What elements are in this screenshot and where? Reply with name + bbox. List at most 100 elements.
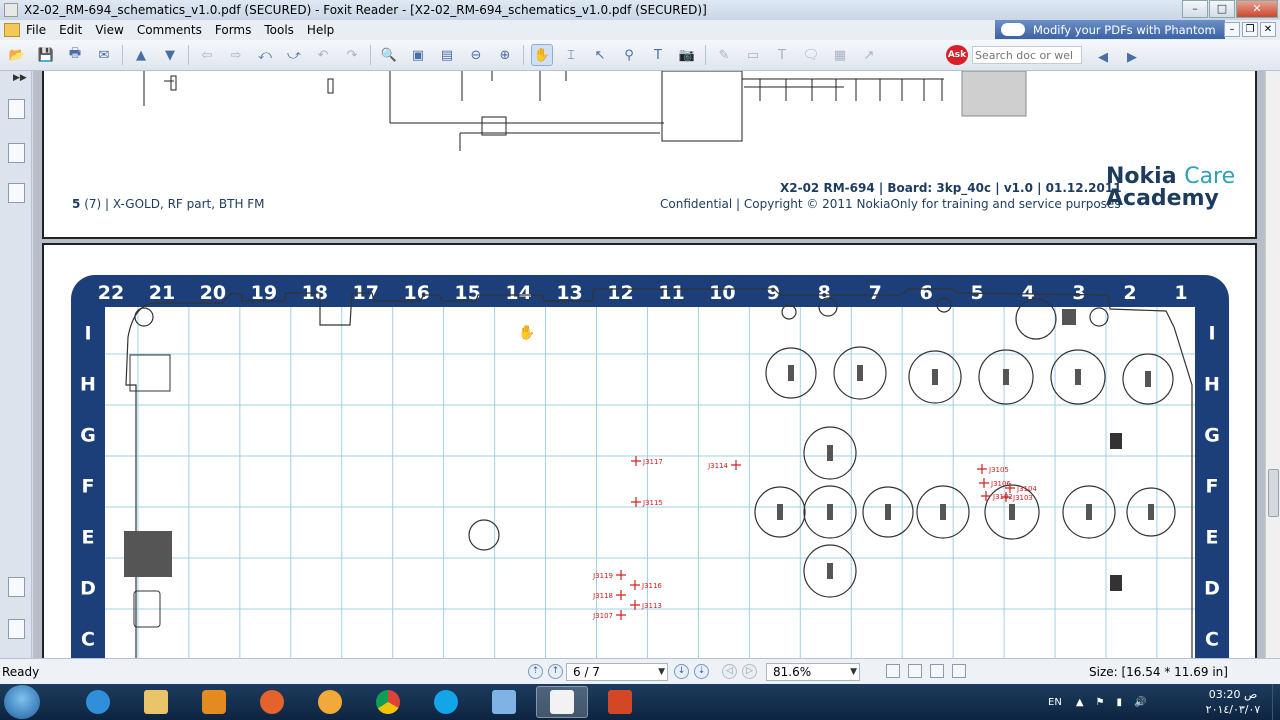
page-number-field[interactable]: 6 / 7 ▼ — [566, 663, 668, 681]
language-indicator[interactable]: EN — [1048, 697, 1062, 708]
redo-icon[interactable]: ↷ — [341, 44, 363, 66]
start-button[interactable] — [4, 685, 40, 719]
undo-icon[interactable]: ↶ — [312, 44, 334, 66]
menu-tools[interactable]: Tools — [264, 23, 294, 37]
scrollbar-thumb[interactable] — [1268, 469, 1279, 517]
annotate-icon[interactable]: ✎ — [713, 44, 735, 66]
taskbar-media-player[interactable] — [188, 686, 240, 718]
next-page-status-icon[interactable]: ↓ — [674, 664, 689, 679]
search-next-icon[interactable]: ▶ — [1121, 46, 1143, 68]
component-label-mark — [1009, 504, 1015, 520]
highlight-icon[interactable]: ▭ — [742, 44, 764, 66]
menu-comments[interactable]: Comments — [137, 23, 202, 37]
clock[interactable]: ص 03:20 ٢٠١٤/٠٣/٠٧ — [1198, 687, 1268, 717]
pdf-page-5: 5 (7) | X-GOLD, RF part, BTH FM X2-02 RM… — [42, 71, 1257, 239]
taskbar-firefox[interactable] — [246, 686, 298, 718]
network-icon[interactable]: ▮ — [1116, 697, 1122, 708]
email-icon[interactable]: ✉ — [93, 44, 115, 66]
comments-panel-icon[interactable] — [8, 577, 25, 597]
rotate-left-icon[interactable]: ⤺ — [254, 44, 276, 66]
previous-page-icon[interactable]: ▲ — [130, 44, 152, 66]
select-arrow-icon[interactable]: ↖ — [589, 44, 611, 66]
find-icon[interactable]: ⚲ — [618, 44, 640, 66]
continuous-icon[interactable] — [908, 664, 922, 678]
toolbar-separator — [370, 45, 371, 65]
tray-expand-icon[interactable]: ▲ — [1076, 697, 1084, 708]
pages-panel-icon[interactable] — [8, 99, 25, 119]
continuous-facing-icon[interactable] — [952, 664, 966, 678]
menu-view[interactable]: View — [95, 23, 123, 37]
zoom-field[interactable]: 81.6% ▼ — [766, 663, 860, 681]
row-label-left: H — [80, 374, 96, 396]
menu-file[interactable]: File — [26, 23, 46, 37]
zoom-icon[interactable]: 🔍 — [378, 44, 400, 66]
phantom-ad-banner[interactable]: Modify your PDFs with Phantom — [995, 20, 1225, 39]
select-text-icon[interactable]: ⌶ — [560, 44, 582, 66]
row-label-right: E — [1206, 527, 1219, 549]
taskbar-ball-app[interactable] — [304, 686, 356, 718]
save-icon[interactable]: 💾 — [35, 44, 57, 66]
menu-forms[interactable]: Forms — [215, 23, 251, 37]
chevron-down-icon[interactable]: ▼ — [850, 664, 857, 680]
open-icon[interactable]: 📂 — [6, 44, 28, 66]
close-button[interactable]: ✕ — [1236, 0, 1278, 18]
foxit-icon — [550, 690, 574, 714]
back-view-icon[interactable]: ◁ — [722, 664, 737, 679]
document-area[interactable]: 5 (7) | X-GOLD, RF part, BTH FM X2-02 RM… — [33, 71, 1265, 658]
volume-icon[interactable]: 🔊 — [1134, 697, 1146, 708]
component-label-mark — [932, 369, 938, 385]
taskbar-foxit-reader[interactable] — [536, 686, 588, 718]
note-icon[interactable]: 🗨 — [800, 44, 822, 66]
single-page-icon[interactable] — [886, 664, 900, 678]
doc-close-button[interactable]: ✕ — [1260, 22, 1276, 37]
textbox-icon[interactable]: T — [771, 44, 793, 66]
rotate-right-icon[interactable]: ⤻ — [283, 44, 305, 66]
typewriter-icon[interactable]: T — [647, 44, 669, 66]
maximize-button[interactable]: □ — [1209, 0, 1235, 18]
taskbar-skype[interactable] — [420, 686, 472, 718]
vertical-scrollbar[interactable] — [1265, 71, 1280, 658]
fit-width-icon[interactable]: ▤ — [436, 44, 458, 66]
snapshot-icon[interactable]: 📷 — [676, 44, 698, 66]
fit-page-icon[interactable]: ▣ — [407, 44, 429, 66]
minimize-button[interactable]: – — [1182, 0, 1208, 18]
test-point-label: J3105 — [988, 466, 1009, 474]
chevron-down-icon[interactable]: ▼ — [658, 664, 665, 680]
folder-icon[interactable] — [4, 23, 20, 37]
next-page-icon[interactable]: ▼ — [159, 44, 181, 66]
taskbar-chrome[interactable] — [362, 686, 414, 718]
first-page-icon[interactable]: ⇡ — [528, 664, 543, 679]
stamp-icon[interactable]: ▦ — [829, 44, 851, 66]
zoom-out-icon[interactable]: ⊖ — [465, 44, 487, 66]
zoom-in-icon[interactable]: ⊕ — [494, 44, 516, 66]
component-label-mark — [827, 563, 833, 579]
taskbar-notepad[interactable] — [478, 686, 530, 718]
hand-tool-icon[interactable]: ✋ — [531, 44, 553, 66]
doc-restore-button[interactable]: ❐ — [1242, 22, 1258, 37]
component-label-mark — [1086, 504, 1092, 520]
print-icon[interactable]: 🖶 — [64, 44, 86, 66]
forward-view-icon[interactable]: ▷ — [742, 664, 757, 679]
search-previous-icon[interactable]: ◀ — [1092, 46, 1114, 68]
show-desktop-button[interactable] — [1272, 684, 1280, 720]
taskbar-explorer[interactable] — [130, 686, 182, 718]
layers-panel-icon[interactable] — [8, 183, 25, 203]
facing-icon[interactable] — [930, 664, 944, 678]
search-input[interactable] — [972, 46, 1082, 64]
taskbar-powerpoint[interactable] — [594, 686, 646, 718]
taskbar-internet-explorer[interactable] — [72, 686, 124, 718]
attachments-panel-icon[interactable] — [8, 619, 25, 639]
navigation-panel: ▶▶ — [0, 71, 32, 658]
menu-edit[interactable]: Edit — [59, 23, 82, 37]
bookmarks-panel-icon[interactable] — [8, 143, 25, 163]
doc-minimize-button[interactable]: – — [1224, 22, 1240, 37]
arrow-icon[interactable]: ↗ — [858, 44, 880, 66]
go-forward-icon[interactable]: ⇨ — [225, 44, 247, 66]
row-label-left: F — [82, 476, 95, 498]
flag-icon[interactable]: ⚑ — [1096, 697, 1105, 708]
menu-help[interactable]: Help — [307, 23, 334, 37]
prev-page-icon[interactable]: ↑ — [548, 664, 563, 679]
expand-panel-icon[interactable]: ▶▶ — [13, 73, 27, 83]
go-back-icon[interactable]: ⇦ — [196, 44, 218, 66]
last-page-icon[interactable]: ⇣ — [694, 664, 709, 679]
